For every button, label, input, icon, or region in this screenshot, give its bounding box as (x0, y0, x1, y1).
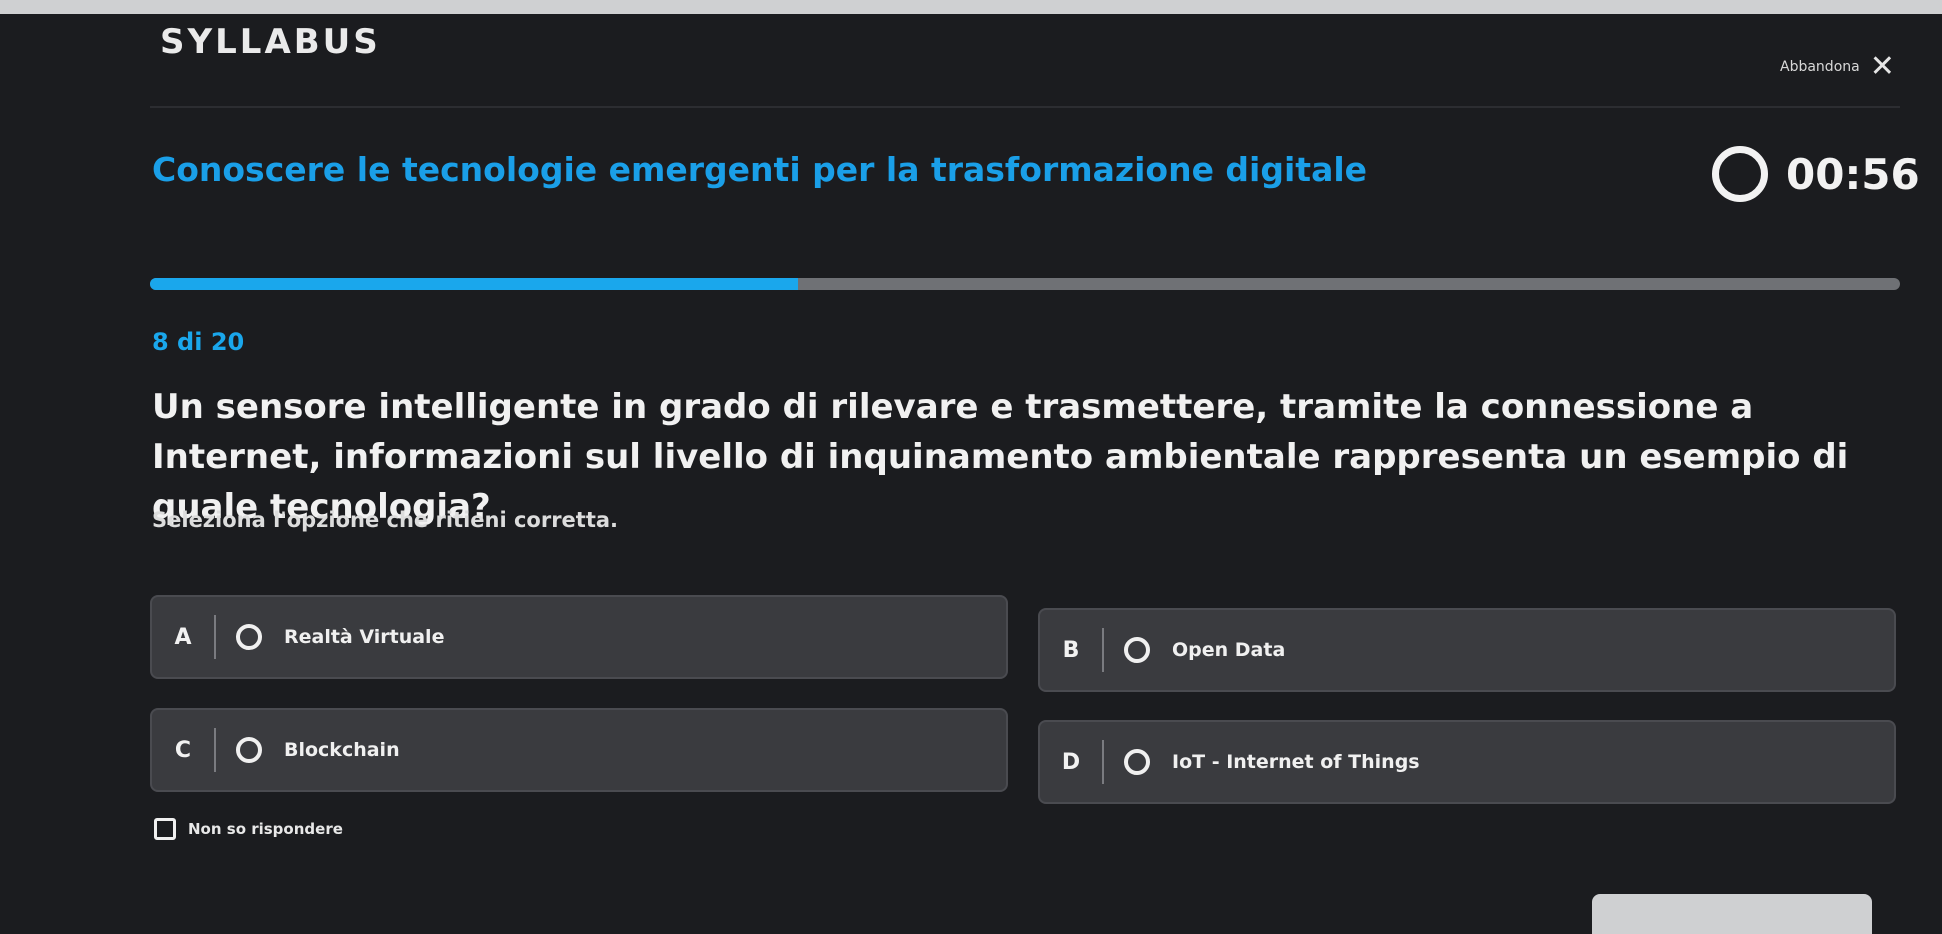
dont-know-checkbox[interactable]: Non so rispondere (154, 818, 343, 840)
countdown-timer: 00:56 (1712, 146, 1920, 202)
option-separator (214, 615, 216, 659)
answer-option-d[interactable]: D IoT - Internet of Things (1038, 720, 1896, 804)
radio-icon[interactable] (236, 737, 262, 763)
answer-option-b[interactable]: B Open Data (1038, 608, 1896, 692)
checkbox-icon[interactable] (154, 818, 176, 840)
option-letter: A (174, 624, 192, 650)
close-icon: ✕ (1869, 49, 1895, 84)
dont-know-label: Non so rispondere (188, 820, 343, 838)
question-counter: 8 di 20 (152, 328, 245, 356)
quiz-progress-fill (150, 278, 798, 290)
option-label: Realtà Virtuale (284, 626, 445, 648)
option-letter: C (174, 737, 192, 763)
abandon-button[interactable]: Abbandona ✕ (1780, 52, 1895, 82)
course-title: Conoscere le tecnologie emergenti per la… (152, 150, 1368, 189)
timer-value: 00:56 (1786, 149, 1920, 199)
answer-option-a[interactable]: A Realtà Virtuale (150, 595, 1008, 679)
header-divider (150, 106, 1900, 108)
timer-ring-icon (1712, 146, 1768, 202)
option-separator (1102, 740, 1104, 784)
option-separator (1102, 628, 1104, 672)
option-label: Blockchain (284, 739, 400, 761)
abandon-label: Abbandona (1780, 59, 1860, 75)
browser-top-edge (0, 0, 1942, 14)
radio-icon[interactable] (1124, 749, 1150, 775)
question-instruction: Seleziona l'opzione che ritieni corretta… (152, 508, 619, 532)
option-separator (214, 728, 216, 772)
radio-icon[interactable] (1124, 637, 1150, 663)
option-letter: B (1062, 637, 1080, 663)
syllabus-logo: SYLLABUS (160, 22, 381, 62)
option-letter: D (1061, 749, 1081, 775)
option-label: IoT - Internet of Things (1172, 751, 1420, 773)
answer-option-c[interactable]: C Blockchain (150, 708, 1008, 792)
next-button[interactable] (1592, 894, 1872, 934)
option-label: Open Data (1172, 639, 1286, 661)
quiz-progress-bar (150, 278, 1900, 290)
radio-icon[interactable] (236, 624, 262, 650)
